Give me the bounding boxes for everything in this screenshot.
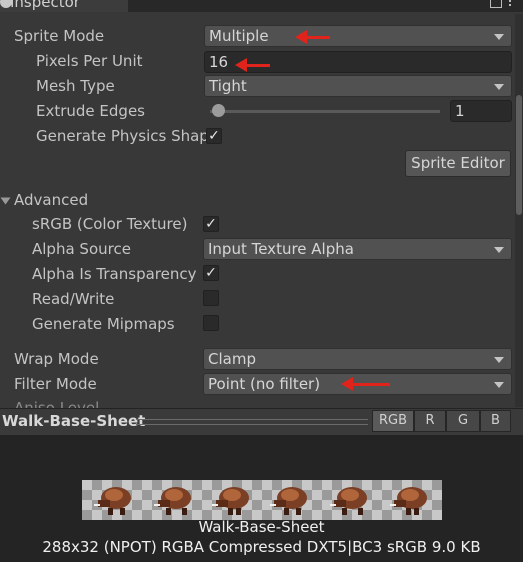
srgb-label: sRGB (Color Texture) [32, 215, 188, 233]
alpha-source-label: Alpha Source [32, 240, 131, 258]
filter-mode-label: Filter Mode [14, 375, 97, 393]
annotation-arrow [235, 58, 270, 72]
alpha-source-value: Input Texture Alpha [208, 240, 354, 258]
generate-physics-shape-checkbox[interactable]: ✓ [206, 128, 222, 144]
mesh-type-value: Tight [209, 77, 247, 95]
more-options-icon[interactable] [509, 0, 521, 6]
advanced-header[interactable]: Advanced [14, 191, 88, 209]
chevron-down-icon [494, 84, 504, 90]
boar-sprite-frame-1 [94, 487, 131, 515]
preview-asset-name: Walk-Base-Sheet [198, 518, 325, 536]
annotation-arrow [295, 30, 330, 44]
boar-sprite-frame-6 [390, 487, 427, 515]
generate-physics-shape-label: Generate Physics Shap [36, 127, 209, 145]
alpha-is-transparency-checkbox[interactable]: ✓ [203, 265, 219, 281]
extrude-edges-slider-handle[interactable] [212, 104, 225, 117]
inspector-tab[interactable]: Inspector [0, 0, 128, 12]
srgb-checkbox[interactable]: ✓ [203, 216, 219, 232]
boar-sprite-frame-2 [154, 487, 191, 515]
boar-sprite-frame-4 [270, 487, 307, 515]
mesh-type-label: Mesh Type [36, 77, 115, 95]
aniso-level-label: Aniso Level [14, 399, 100, 408]
alpha-source-dropdown[interactable]: Input Texture Alpha [203, 238, 512, 260]
chevron-down-icon [494, 247, 504, 253]
annotation-arrow [341, 377, 390, 391]
generate-mipmaps-label: Generate Mipmaps [32, 315, 175, 333]
read-write-checkbox[interactable] [203, 290, 219, 306]
advanced-foldout-icon[interactable] [0, 197, 11, 205]
chevron-down-icon [494, 34, 504, 40]
channel-g-button[interactable]: G [446, 410, 480, 432]
alpha-is-transparency-label: Alpha Is Transparency [32, 265, 197, 283]
sprite-editor-button[interactable]: Sprite Editor [405, 150, 511, 177]
mesh-type-dropdown[interactable]: Tight [204, 75, 512, 97]
sprite-mode-dropdown[interactable]: Multiple [204, 25, 512, 47]
preview-drag-handle[interactable] [136, 419, 368, 425]
preview-toolbar: Walk-Base-Sheet RGB R G B [0, 408, 523, 436]
sprite-mode-label: Sprite Mode [14, 27, 105, 45]
inspector-tab-title: Inspector [10, 0, 80, 11]
channel-r-button[interactable]: R [414, 410, 446, 432]
pixels-per-unit-label: Pixels Per Unit [36, 52, 143, 70]
read-write-label: Read/Write [32, 290, 115, 308]
extrude-edges-input[interactable]: 1 [450, 100, 512, 122]
channel-b-button[interactable]: B [480, 410, 511, 432]
sprite-mode-value: Multiple [209, 27, 269, 45]
preview-title: Walk-Base-Sheet [2, 412, 146, 430]
maximize-icon[interactable] [490, 0, 502, 8]
extrude-edges-slider-track[interactable] [210, 110, 440, 113]
chevron-down-icon [494, 357, 504, 363]
inspector-scrollbar-thumb[interactable] [516, 95, 522, 215]
wrap-mode-label: Wrap Mode [14, 350, 99, 368]
boar-sprite-frame-3 [212, 487, 249, 515]
pixels-per-unit-input[interactable]: 16 [204, 51, 512, 73]
extrude-edges-label: Extrude Edges [36, 102, 145, 120]
wrap-mode-dropdown[interactable]: Clamp [203, 348, 512, 370]
boar-sprite-frame-5 [330, 487, 367, 515]
wrap-mode-value: Clamp [208, 350, 256, 368]
generate-mipmaps-checkbox[interactable] [203, 315, 219, 331]
channel-rgb-button[interactable]: RGB [372, 410, 414, 432]
filter-mode-value: Point (no filter) [208, 375, 321, 393]
preview-asset-info: 288x32 (NPOT) RGBA Compressed DXT5|BC3 s… [42, 538, 481, 556]
inspector-tab-bar: Inspector [0, 0, 523, 12]
chevron-down-icon [494, 382, 504, 388]
